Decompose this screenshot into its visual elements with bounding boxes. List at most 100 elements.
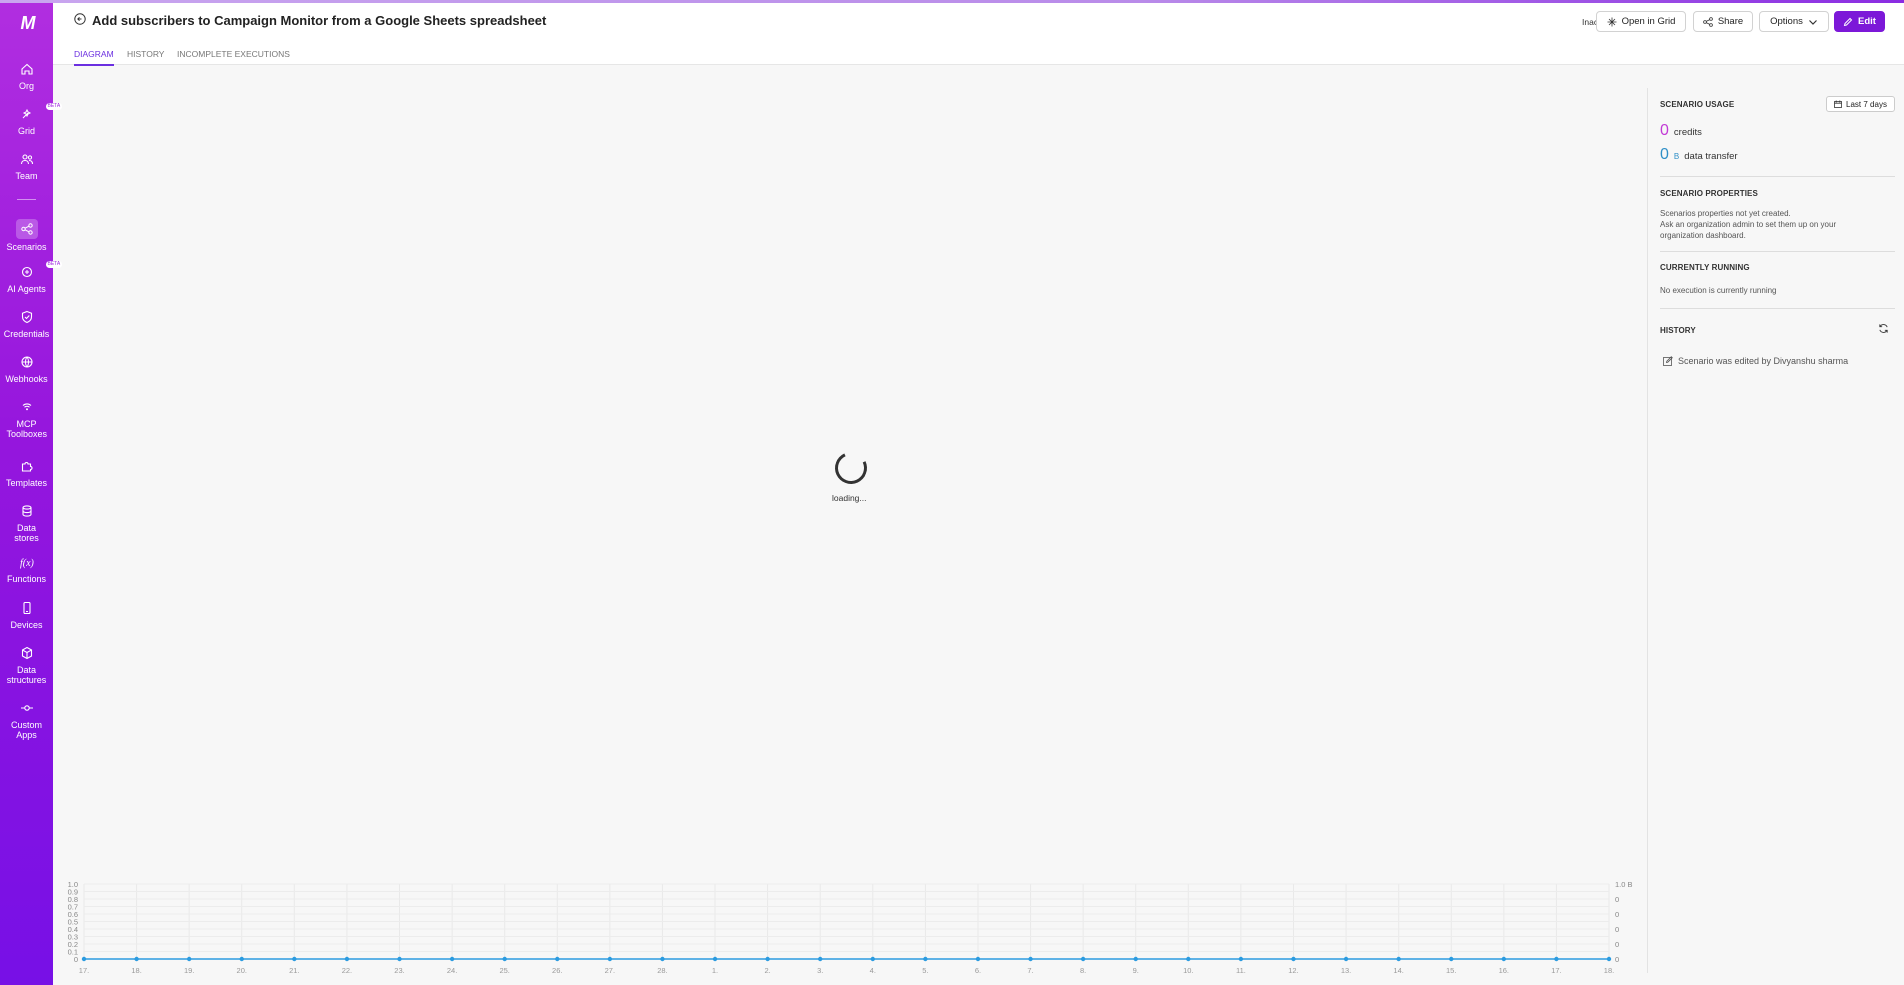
sidebar-item-webhooks[interactable]: Webhooks bbox=[0, 355, 53, 384]
sidebar-item-org[interactable]: Org bbox=[0, 62, 53, 91]
chart-y2-tick-label: 0 bbox=[1615, 940, 1619, 949]
chevron-down-icon bbox=[1808, 19, 1817, 25]
shield-icon bbox=[18, 310, 36, 326]
chart-x-tick-label: 27. bbox=[605, 966, 615, 975]
chart-point bbox=[502, 956, 507, 962]
chart-point bbox=[292, 956, 297, 962]
chart-point bbox=[607, 956, 613, 962]
chart-x-tick-label: 1. bbox=[712, 966, 718, 975]
chart-x-tick-label: 5. bbox=[922, 966, 928, 975]
sidebar-item-custom-apps[interactable]: Custom Apps bbox=[0, 701, 53, 740]
share-label: Share bbox=[1717, 16, 1744, 27]
history-entry-text: Scenario was edited by Divyanshu sharma bbox=[1678, 356, 1849, 366]
sidebar-item-templates[interactable]: Templates bbox=[0, 459, 53, 488]
chart-point bbox=[1554, 956, 1559, 962]
sidebar-item-label: Data structures bbox=[6, 665, 47, 685]
sidebar-item-data-stores[interactable]: Data stores bbox=[0, 504, 53, 543]
chart-point bbox=[818, 956, 823, 962]
loading-text: loading... bbox=[832, 493, 867, 503]
chart-x-tick-label: 4. bbox=[870, 966, 876, 975]
chart-point bbox=[344, 956, 350, 962]
pencil-icon bbox=[1843, 17, 1853, 26]
chart-point bbox=[975, 956, 981, 962]
chart-y2-tick-label: 1.0 B bbox=[1615, 880, 1633, 889]
chart-point bbox=[134, 956, 139, 962]
make-logo[interactable]: M bbox=[13, 13, 41, 33]
properties-title: SCENARIO PROPERTIES bbox=[1660, 189, 1758, 198]
sidebar-item-functions[interactable]: f(x) Functions bbox=[0, 555, 53, 584]
ai-agents-icon: BETA bbox=[18, 261, 63, 281]
chart-x-tick-label: 20. bbox=[237, 966, 247, 975]
chart-point bbox=[239, 956, 244, 962]
properties-line-1: Scenarios properties not yet created. bbox=[1660, 209, 1791, 218]
grid-icon: BETA bbox=[18, 103, 63, 123]
chart-y2-tick-label: 0 bbox=[1615, 955, 1619, 964]
sidebar-item-scenarios[interactable]: Scenarios bbox=[0, 219, 53, 252]
team-icon bbox=[18, 152, 36, 168]
database-icon bbox=[18, 504, 36, 520]
sidebar-divider bbox=[17, 199, 36, 200]
sidebar-item-devices[interactable]: Devices bbox=[0, 601, 53, 630]
sidebar-item-mcp-toolboxes[interactable]: MCP Toolboxes bbox=[0, 400, 53, 439]
cube-icon bbox=[18, 646, 36, 662]
edit-note-icon bbox=[1663, 356, 1673, 366]
chart-point bbox=[81, 956, 87, 962]
chart-x-tick-label: 12. bbox=[1288, 966, 1298, 975]
sidebar-item-ai-agents[interactable]: BETA AI Agents bbox=[0, 261, 63, 294]
options-label: Options bbox=[1770, 16, 1803, 27]
options-button[interactable]: Options bbox=[1759, 11, 1829, 32]
mcp-icon bbox=[18, 400, 36, 416]
period-selector[interactable]: Last 7 days bbox=[1826, 96, 1895, 112]
tab-history[interactable]: HISTORY bbox=[127, 49, 164, 64]
open-in-grid-button[interactable]: Open in Grid bbox=[1596, 11, 1686, 32]
chart-x-tick-label: 15. bbox=[1446, 966, 1456, 975]
divider bbox=[1660, 308, 1895, 309]
chart-point bbox=[1606, 956, 1612, 962]
svg-text:f(x): f(x) bbox=[20, 558, 34, 569]
sidebar-item-grid[interactable]: BETA Grid bbox=[0, 103, 63, 136]
chart-x-tick-label: 9. bbox=[1133, 966, 1139, 975]
credits-usage: 0 credits bbox=[1660, 122, 1702, 140]
open-in-grid-label: Open in Grid bbox=[1621, 16, 1676, 27]
chart-x-tick-label: 22. bbox=[342, 966, 352, 975]
chart-x-tick-label: 2. bbox=[764, 966, 770, 975]
tab-incomplete-executions[interactable]: INCOMPLETE EXECUTIONS bbox=[177, 49, 290, 64]
divider bbox=[1660, 251, 1895, 252]
chart-point bbox=[870, 956, 875, 962]
chart-point bbox=[1080, 956, 1086, 962]
edit-label: Edit bbox=[1858, 16, 1876, 27]
chart-x-tick-label: 8. bbox=[1080, 966, 1086, 975]
chart-point bbox=[555, 956, 560, 962]
sidebar-item-data-structures[interactable]: Data structures bbox=[0, 646, 53, 685]
chart-point bbox=[1501, 956, 1507, 962]
chart-x-tick-label: 26. bbox=[552, 966, 562, 975]
history-entry[interactable]: Scenario was edited by Divyanshu sharma bbox=[1663, 356, 1848, 366]
tab-diagram[interactable]: DIAGRAM bbox=[74, 49, 114, 66]
edit-button[interactable]: Edit bbox=[1834, 11, 1885, 32]
chart-x-tick-label: 17. bbox=[1551, 966, 1561, 975]
chart-x-tick-label: 10. bbox=[1183, 966, 1193, 975]
scenarios-icon bbox=[15, 219, 38, 239]
chart-x-tick-label: 11. bbox=[1236, 966, 1246, 975]
period-label: Last 7 days bbox=[1846, 99, 1887, 109]
back-arrow-icon[interactable] bbox=[74, 13, 86, 25]
beta-badge: BETA bbox=[45, 103, 63, 110]
header: Add subscribers to Campaign Monitor from… bbox=[53, 3, 1904, 66]
share-icon bbox=[1703, 16, 1713, 27]
share-button[interactable]: Share bbox=[1693, 11, 1753, 32]
sidebar-item-label: Functions bbox=[6, 574, 47, 584]
chart-point bbox=[1133, 956, 1138, 962]
sidebar-item-team[interactable]: Team bbox=[0, 152, 53, 181]
sidebar-item-credentials[interactable]: Credentials bbox=[0, 310, 53, 339]
transfer-unit: B bbox=[1673, 152, 1680, 161]
chart-x-tick-label: 16. bbox=[1499, 966, 1509, 975]
calendar-icon bbox=[1834, 100, 1842, 108]
top-accent-line bbox=[0, 0, 1904, 3]
chart-point bbox=[1343, 956, 1349, 962]
chart-x-tick-label: 25. bbox=[499, 966, 509, 975]
sidebar-item-label: Credentials bbox=[3, 329, 50, 339]
refresh-icon[interactable] bbox=[1878, 323, 1889, 334]
home-icon bbox=[18, 62, 36, 78]
chart-x-tick-label: 21. bbox=[289, 966, 299, 975]
chart-y2-tick-label: 0 bbox=[1615, 925, 1619, 934]
